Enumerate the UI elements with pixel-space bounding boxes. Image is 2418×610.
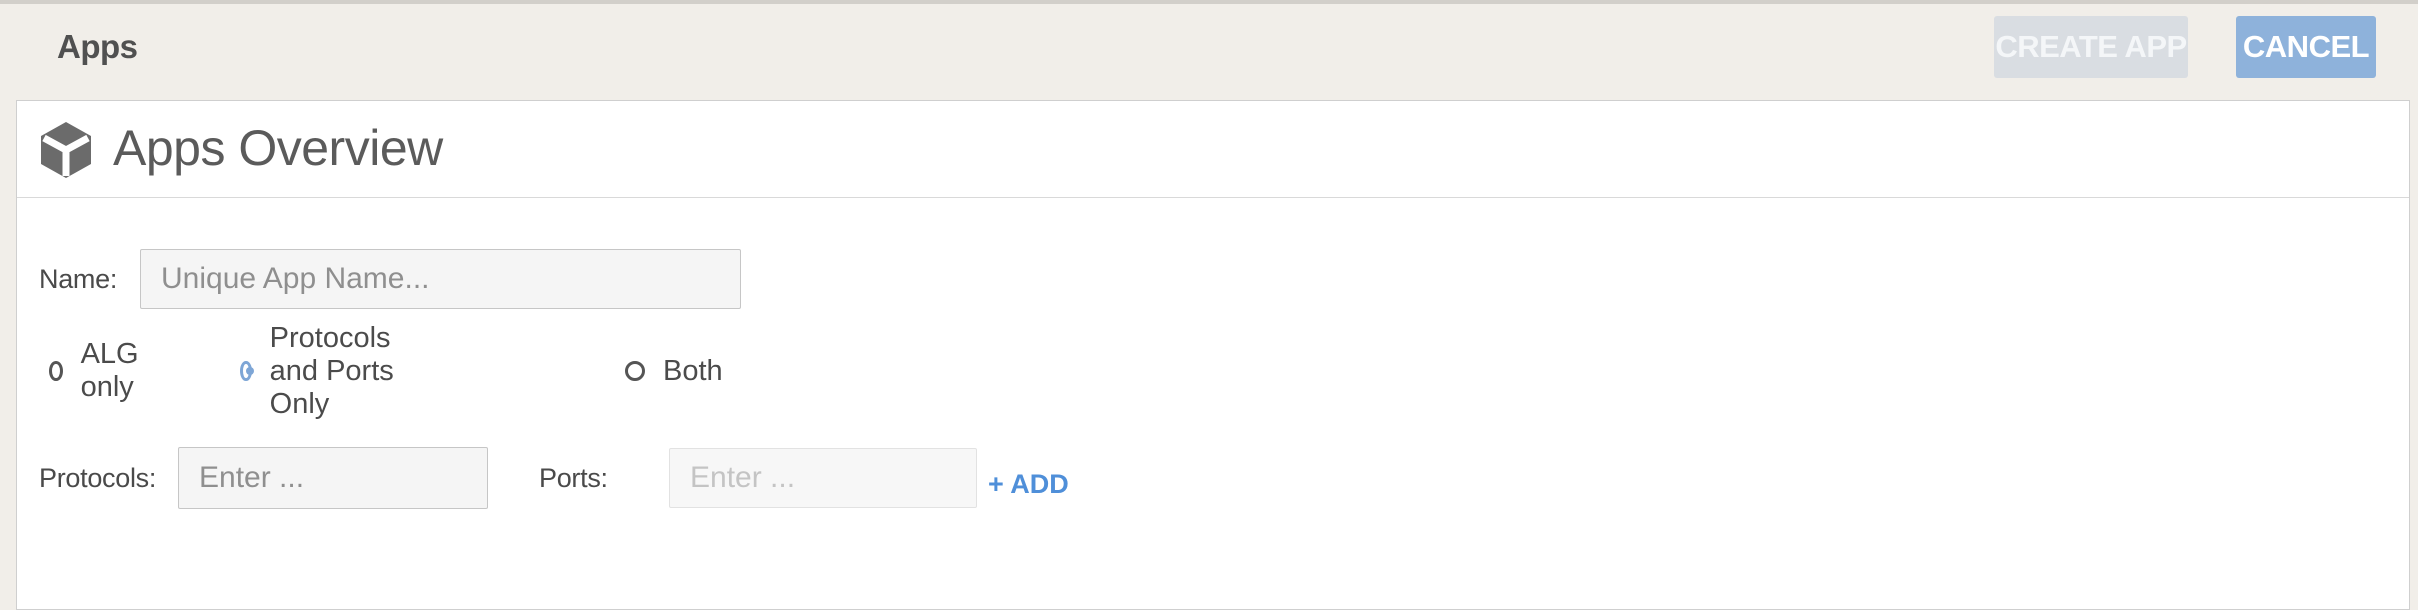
- radio-alg-only[interactable]: ALG only: [49, 338, 145, 403]
- apps-overview-panel: Apps Overview Name: ALG only Protocols a…: [16, 100, 2410, 610]
- ports-label: Ports:: [539, 463, 608, 493]
- radio-label: ALG only: [80, 338, 139, 403]
- radio-protocols-ports-only[interactable]: Protocols and Ports Only: [240, 322, 399, 420]
- add-port-link[interactable]: + ADD: [988, 469, 1069, 500]
- name-label: Name:: [39, 264, 118, 294]
- radio-label: Protocols and Ports Only: [269, 321, 394, 420]
- page-header: Apps CREATE APP CANCEL: [0, 4, 2418, 100]
- radio-checked-icon: [240, 361, 254, 381]
- app-name-input[interactable]: [140, 249, 741, 309]
- cube-icon: [41, 122, 91, 178]
- protocols-input[interactable]: [178, 447, 488, 509]
- panel-title: Apps Overview: [113, 120, 443, 176]
- cancel-button[interactable]: CANCEL: [2236, 16, 2376, 78]
- radio-label: Both: [663, 354, 723, 387]
- ports-input[interactable]: [669, 448, 977, 508]
- radio-both[interactable]: Both: [625, 351, 723, 391]
- radio-unchecked-icon: [49, 361, 63, 381]
- page-title: Apps: [57, 28, 138, 65]
- panel-header: Apps Overview: [17, 101, 2409, 198]
- radio-unchecked-icon: [625, 361, 645, 381]
- create-app-button[interactable]: CREATE APP: [1994, 16, 2188, 78]
- protocols-label: Protocols:: [39, 463, 157, 493]
